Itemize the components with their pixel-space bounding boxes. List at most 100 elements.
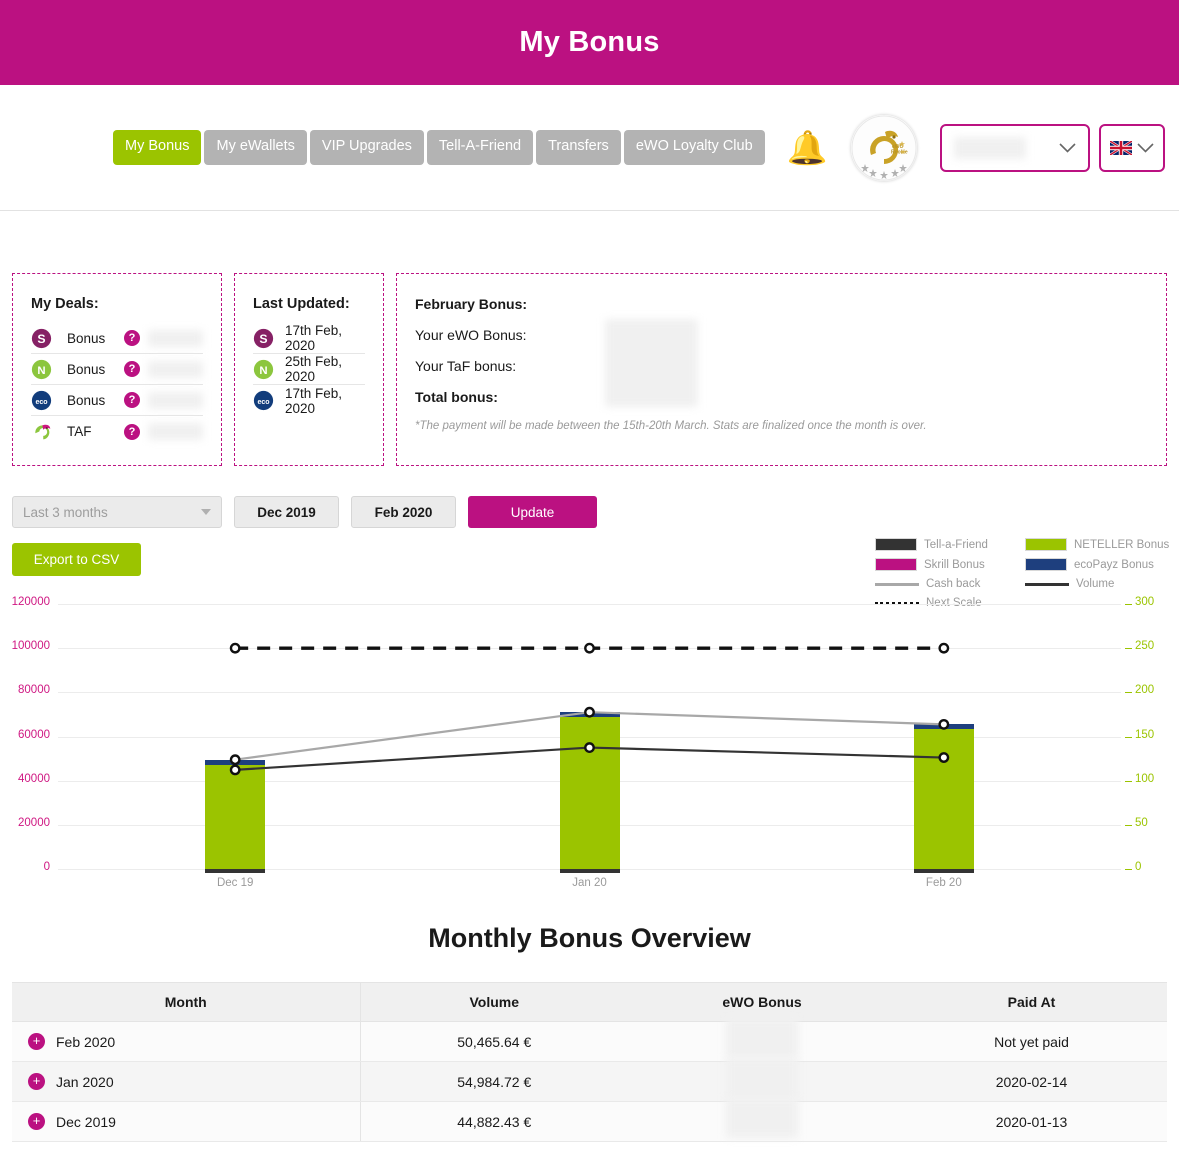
nav-tab-vip-upgrades[interactable]: VIP Upgrades xyxy=(310,130,424,165)
y2-axis-tick-label: 0 xyxy=(1135,861,1141,873)
legend-label: Tell-a-Friend xyxy=(924,539,988,551)
nav-tab-my-bonus[interactable]: My Bonus xyxy=(113,130,201,165)
legend-swatch xyxy=(1025,558,1067,571)
chevron-down-icon xyxy=(1137,143,1154,153)
y-axis-tick-label: 20000 xyxy=(18,817,50,829)
x-axis-tick-label: Jan 20 xyxy=(572,877,607,889)
column-header-paid-at: Paid At xyxy=(896,983,1167,1022)
chart-lines xyxy=(58,604,1121,869)
nav-tab-transfers[interactable]: Transfers xyxy=(536,130,621,165)
deal-row-ecopayz: eco Bonus ? xyxy=(31,385,203,416)
update-button[interactable]: Update xyxy=(468,496,597,528)
y2-axis-tick xyxy=(1125,648,1132,649)
help-icon[interactable]: ? xyxy=(124,392,140,408)
taf-icon xyxy=(31,421,52,442)
svg-text:S: S xyxy=(37,331,45,345)
svg-text:eco: eco xyxy=(35,399,47,406)
legend-label: Volume xyxy=(1076,578,1114,590)
updated-row-neteller: N 25th Feb, 2020 xyxy=(253,354,365,385)
chart-data-point xyxy=(231,766,239,774)
svg-text:eco: eco xyxy=(257,399,269,406)
month-label: Dec 2019 xyxy=(56,1114,116,1130)
chart-bar-segment-tell-a-friend xyxy=(205,869,265,873)
page-title: My Bonus xyxy=(519,26,659,59)
cell-month: + Dec 2019 xyxy=(12,1102,360,1142)
deal-label: Bonus xyxy=(67,331,124,346)
nav-tab-tell-a-friend[interactable]: Tell-A-Friend xyxy=(427,130,533,165)
expand-row-button[interactable]: + xyxy=(28,1113,45,1130)
last-updated-panel: Last Updated: S 17th Feb, 2020 N 25th Fe… xyxy=(234,273,384,466)
deal-row-neteller: N Bonus ? xyxy=(31,354,203,385)
cell-ewo-bonus xyxy=(628,1102,896,1142)
cell-volume: 50,465.64 € xyxy=(360,1022,628,1062)
y2-axis-tick xyxy=(1125,737,1132,738)
ewo-bonus-redacted xyxy=(726,1058,798,1098)
help-icon[interactable]: ? xyxy=(124,330,140,346)
legend-row: Cash back Volume xyxy=(875,578,1175,590)
date-to-input[interactable]: Feb 2020 xyxy=(351,496,456,528)
legend-label: NETELLER Bonus xyxy=(1074,539,1169,551)
y2-axis-tick xyxy=(1125,781,1132,782)
svg-text:Rookie: Rookie xyxy=(891,149,908,155)
chart-data-point xyxy=(940,720,948,728)
updated-row-skrill: S 17th Feb, 2020 xyxy=(253,323,365,354)
date-from-input[interactable]: Dec 2019 xyxy=(234,496,339,528)
payment-note: *The payment will be made between the 15… xyxy=(415,420,1148,432)
y2-axis-tick-label: 50 xyxy=(1135,817,1148,829)
deal-row-skrill: S Bonus ? xyxy=(31,323,203,354)
legend-swatch xyxy=(875,538,917,551)
table-row: +Feb 202050,465.64 €Not yet paid xyxy=(12,1022,1167,1062)
bonus-values-redacted xyxy=(605,319,698,407)
expand-row-button[interactable]: + xyxy=(28,1033,45,1050)
chart-data-point xyxy=(585,644,593,652)
svg-text:S: S xyxy=(259,331,267,345)
y2-axis-tick-label: 250 xyxy=(1135,640,1154,652)
y-axis-tick-label: 60000 xyxy=(18,729,50,741)
nav-tab-ewo-loyalty-club[interactable]: eWO Loyalty Club xyxy=(624,130,765,165)
help-icon[interactable]: ? xyxy=(124,424,140,440)
bonus-chart: 0200004000060000800001000001200000501001… xyxy=(0,592,1179,897)
updated-date: 17th Feb, 2020 xyxy=(285,386,365,416)
legend-item-cash-back: Cash back xyxy=(875,578,1025,590)
monthly-bonus-table: Month Volume eWO Bonus Paid At +Feb 2020… xyxy=(12,982,1167,1142)
legend-row: Skrill Bonus ecoPayz Bonus xyxy=(875,558,1175,571)
deal-value-redacted xyxy=(148,392,203,409)
account-select[interactable] xyxy=(940,124,1090,172)
y2-axis-tick xyxy=(1125,604,1132,605)
cell-paid-at: 2020-01-13 xyxy=(896,1102,1167,1142)
neteller-icon: N xyxy=(253,359,274,380)
help-icon[interactable]: ? xyxy=(124,361,140,377)
period-select-value: Last 3 months xyxy=(23,505,108,520)
cell-ewo-bonus xyxy=(628,1022,896,1062)
deal-row-taf: TAF ? xyxy=(31,416,203,447)
y2-axis-tick-label: 150 xyxy=(1135,729,1154,741)
chevron-down-icon xyxy=(201,509,211,515)
chart-data-point xyxy=(231,644,239,652)
period-select[interactable]: Last 3 months xyxy=(12,496,222,528)
my-deals-title: My Deals: xyxy=(31,296,203,312)
language-select[interactable] xyxy=(1099,124,1165,172)
expand-row-button[interactable]: + xyxy=(28,1073,45,1090)
svg-text:N: N xyxy=(259,364,267,376)
month-label: Jan 2020 xyxy=(56,1074,114,1090)
legend-line xyxy=(1025,583,1069,586)
ewo-rookie-badge-icon: eWO Rookie xyxy=(851,115,917,181)
chart-data-point xyxy=(585,743,593,751)
bell-icon[interactable]: 🔔 xyxy=(787,131,828,164)
chart-data-point xyxy=(231,755,239,763)
column-header-volume: Volume xyxy=(360,983,628,1022)
table-title: Monthly Bonus Overview xyxy=(0,923,1179,954)
chart-bar-segment-tell-a-friend xyxy=(560,869,620,873)
skrill-icon: S xyxy=(253,328,274,349)
february-bonus-panel: February Bonus: Your eWO Bonus: Your TaF… xyxy=(396,273,1167,466)
deal-value-redacted xyxy=(148,361,203,378)
nav-tab-my-ewallets[interactable]: My eWallets xyxy=(204,130,306,165)
updated-date: 17th Feb, 2020 xyxy=(285,323,365,353)
cell-month: + Jan 2020 xyxy=(12,1062,360,1102)
export-csv-button[interactable]: Export to CSV xyxy=(12,543,141,576)
updated-date: 25th Feb, 2020 xyxy=(285,354,365,384)
y-axis-tick-label: 100000 xyxy=(12,640,50,652)
x-axis-tick-label: Dec 19 xyxy=(217,877,253,889)
y-axis-tick-label: 40000 xyxy=(18,773,50,785)
legend-label: Cash back xyxy=(926,578,980,590)
